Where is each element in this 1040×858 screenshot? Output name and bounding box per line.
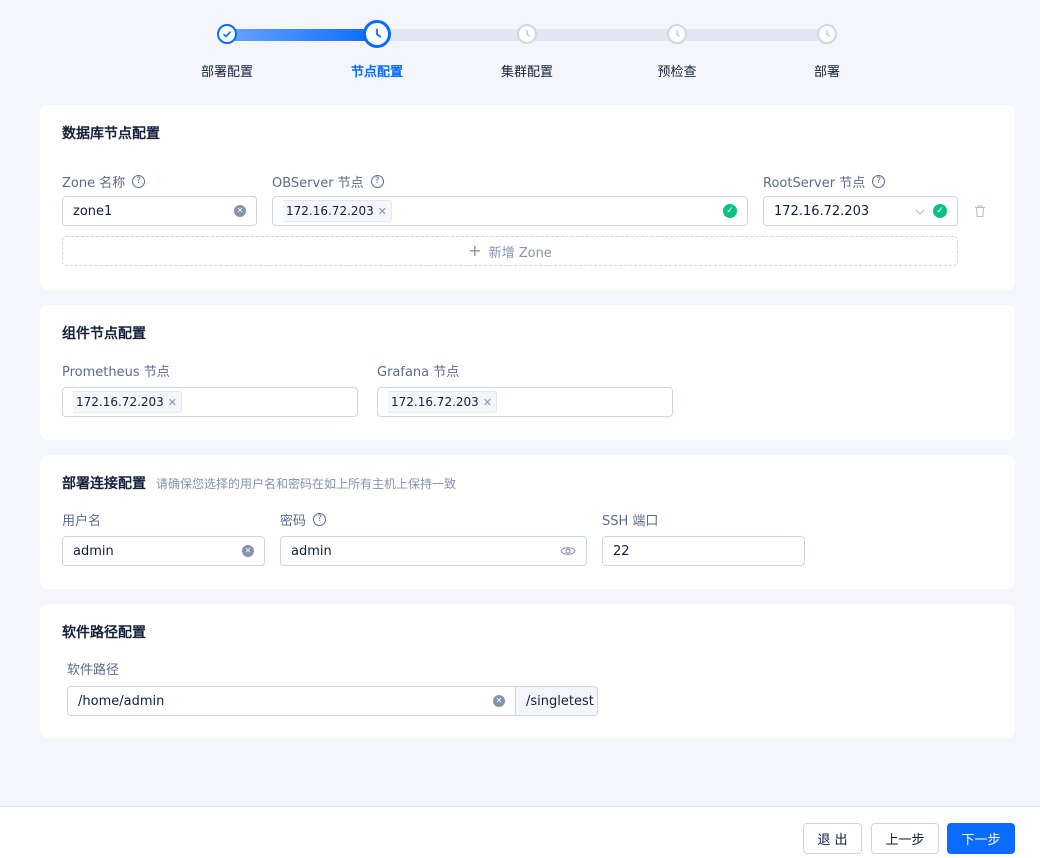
question-icon[interactable]: ? — [872, 175, 886, 188]
step-label: 部署配置 — [200, 65, 253, 80]
ssh-port-value: 22 — [613, 543, 630, 559]
card-title-text: 部署连接配置 — [62, 476, 146, 492]
ssh-port-input[interactable]: 22 — [602, 536, 805, 566]
software-path-suffix-text: /singletest — [526, 693, 594, 709]
zone-name-value: zone1 — [73, 203, 113, 219]
eye-icon[interactable] — [560, 544, 576, 558]
username-value: admin — [73, 543, 114, 559]
question-icon[interactable]: ? — [370, 175, 384, 188]
observer-tag: 172.16.72.203 ✕ — [283, 200, 393, 222]
card-hint: 请确保您选择的用户名和密码在如上所有主机上保持一致 — [156, 477, 457, 491]
components-card: 组件节点配置 Prometheus 节点 Grafana 节点 172.16.7… — [40, 305, 1015, 440]
clock-icon — [667, 24, 687, 44]
clear-icon[interactable]: ✕ — [493, 695, 505, 707]
tag-label: 172.16.72.203 — [76, 395, 164, 409]
next-step-button[interactable]: 下一步 — [947, 823, 1015, 854]
password-label-text: 密码 — [280, 514, 307, 529]
grafana-label: Grafana 节点 — [377, 365, 460, 380]
card-title: 组件节点配置 — [62, 326, 146, 342]
rootserver-select[interactable]: 172.16.72.203 ✓ — [763, 196, 958, 226]
exit-button[interactable]: 退 出 — [803, 823, 862, 854]
steps-progress: 部署配置 节点配置 集群配置 预检查 部署 — [0, 0, 1040, 95]
grafana-select[interactable]: 172.16.72.203 ✕ — [377, 387, 673, 417]
steps-progress-fill — [227, 29, 377, 41]
question-icon[interactable]: ? — [313, 513, 327, 526]
rootserver-label-text: RootServer 节点 — [763, 176, 866, 191]
step-label: 节点配置 — [350, 65, 403, 80]
ssh-port-label: SSH 端口 — [602, 514, 659, 529]
step-label: 集群配置 — [500, 65, 553, 80]
software-path-input[interactable]: /home/admin ✕ — [67, 686, 516, 716]
close-icon[interactable]: ✕ — [483, 396, 492, 409]
software-path-label: 软件路径 — [67, 663, 120, 678]
check-icon — [217, 24, 237, 44]
software-path-value: /home/admin — [78, 693, 165, 709]
step-label: 预检查 — [657, 65, 697, 80]
card-title: 数据库节点配置 — [62, 126, 160, 142]
password-value: admin — [291, 543, 332, 559]
zone-name-input[interactable]: zone1 ✕ — [62, 196, 257, 226]
trash-icon[interactable] — [973, 204, 987, 218]
password-label: 密码 ? — [280, 510, 327, 529]
close-icon[interactable]: ✕ — [168, 396, 177, 409]
check-circle-icon: ✓ — [723, 204, 737, 218]
rootserver-value: 172.16.72.203 — [774, 203, 870, 219]
rootserver-label: RootServer 节点 ? — [763, 172, 886, 191]
clock-icon — [817, 24, 837, 44]
db-nodes-card: 数据库节点配置 Zone 名称 ? OBServer 节点 ? RootServ… — [40, 105, 1015, 290]
add-zone-label: 新增 Zone — [488, 245, 552, 261]
step-label: 部署 — [813, 65, 840, 80]
software-path-suffix: /singletest — [516, 686, 598, 716]
clear-icon[interactable]: ✕ — [242, 545, 254, 557]
footer-bar: 退 出 上一步 下一步 — [0, 806, 1040, 858]
zone-name-label-text: Zone 名称 — [62, 176, 126, 191]
software-card: 软件路径配置 软件路径 /home/admin ✕ /singletest — [40, 604, 1015, 738]
connection-card: 部署连接配置 请确保您选择的用户名和密码在如上所有主机上保持一致 用户名 密码 ?… — [40, 455, 1015, 589]
prometheus-label: Prometheus 节点 — [62, 365, 170, 380]
observer-label-text: OBServer 节点 — [272, 176, 364, 191]
username-input[interactable]: admin ✕ — [62, 536, 265, 566]
password-input[interactable]: admin — [280, 536, 587, 566]
observer-select[interactable]: 172.16.72.203 ✕ ✓ — [272, 196, 748, 226]
grafana-tag: 172.16.72.203 ✕ — [388, 391, 498, 413]
clock-icon — [363, 20, 391, 48]
zone-name-label: Zone 名称 ? — [62, 172, 146, 191]
clear-icon[interactable]: ✕ — [234, 205, 246, 217]
tag-label: 172.16.72.203 — [391, 395, 479, 409]
check-circle-icon: ✓ — [933, 204, 947, 218]
chevron-down-icon — [915, 205, 925, 218]
plus-icon: + — [468, 241, 482, 260]
username-label: 用户名 — [62, 514, 102, 529]
clock-icon — [517, 24, 537, 44]
prometheus-select[interactable]: 172.16.72.203 ✕ — [62, 387, 358, 417]
close-icon[interactable]: ✕ — [378, 205, 387, 218]
prometheus-tag: 172.16.72.203 ✕ — [73, 391, 183, 413]
tag-label: 172.16.72.203 — [286, 204, 374, 218]
prev-step-button[interactable]: 上一步 — [871, 823, 939, 854]
card-title: 部署连接配置 请确保您选择的用户名和密码在如上所有主机上保持一致 — [62, 473, 456, 493]
observer-label: OBServer 节点 ? — [272, 172, 384, 191]
card-title: 软件路径配置 — [62, 625, 146, 641]
add-zone-button[interactable]: + 新增 Zone — [62, 236, 958, 266]
question-icon[interactable]: ? — [132, 175, 146, 188]
